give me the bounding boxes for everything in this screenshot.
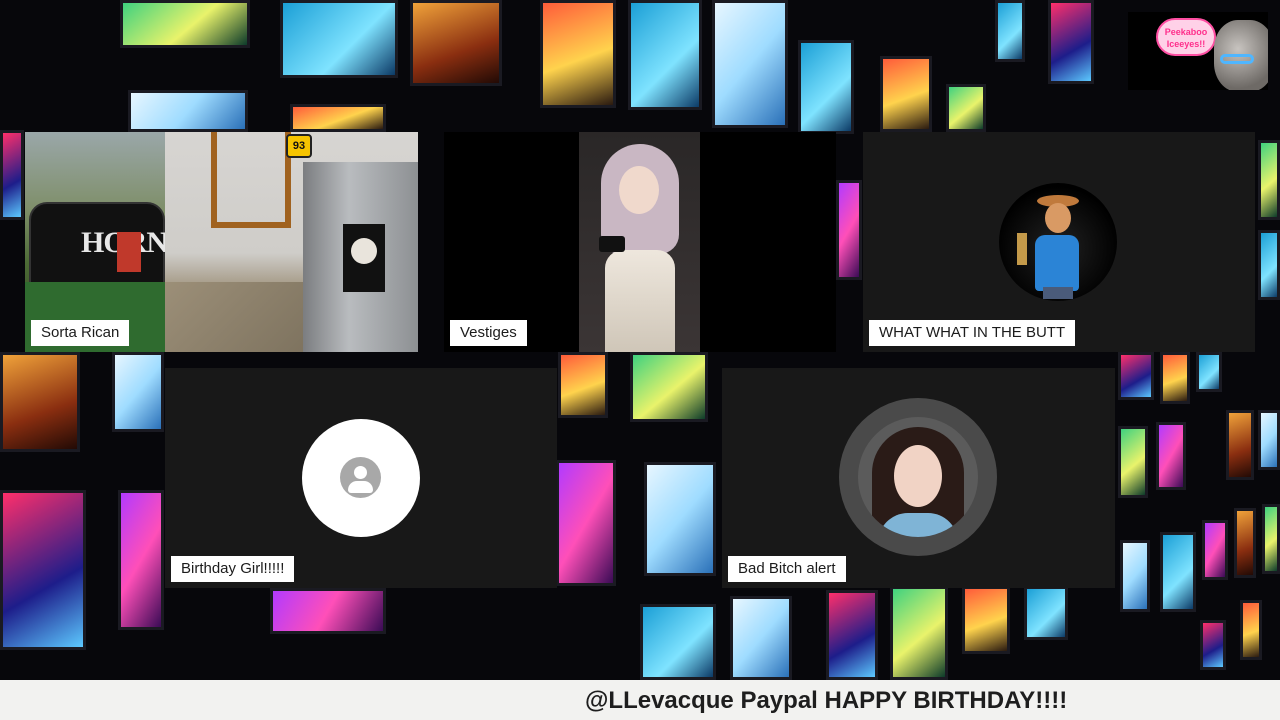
bg-screen (1226, 410, 1254, 480)
bg-screen (556, 460, 616, 586)
participant-name-tag: Birthday Girl!!!!! (171, 556, 295, 582)
participant-tile-sorta-rican[interactable]: HORN 93 Sorta Rican (25, 132, 418, 352)
participant-tile-bad-bitch-alert[interactable]: Bad Bitch alert (722, 368, 1115, 588)
bg-screen (712, 0, 788, 128)
logo-glasses (1220, 54, 1254, 64)
bg-screen (1200, 620, 1226, 670)
bg-screen (118, 490, 164, 630)
bg-screen (880, 56, 932, 132)
legs (1043, 287, 1073, 299)
bg-screen (1258, 230, 1280, 300)
participant-tile-birthday-girl[interactable]: Birthday Girl!!!!! (165, 368, 557, 588)
camera (599, 236, 625, 252)
person-icon-head (354, 466, 367, 479)
bg-screen (0, 490, 86, 650)
speaking-ring (839, 398, 997, 556)
participant-name-tag: Sorta Rican (31, 320, 130, 346)
bg-screen (1024, 586, 1068, 640)
bg-screen (890, 586, 948, 680)
ticker-text: @LLevacque Paypal HAPPY BIRTHDAY!!!! (585, 687, 1068, 714)
mirror-frame (211, 132, 291, 228)
bg-screen (112, 352, 164, 432)
bg-screen (558, 352, 608, 418)
stream-logo-bubble: Peekaboo Iceeyes!! (1156, 18, 1216, 56)
bg-screen (962, 586, 1010, 654)
bg-screen (120, 0, 250, 48)
bg-screen (1160, 352, 1190, 404)
corset (605, 250, 675, 352)
face (619, 166, 659, 214)
bg-screen (630, 352, 708, 422)
dog-photo (343, 224, 385, 292)
bg-screen (644, 462, 716, 576)
bg-screen (1234, 508, 1256, 578)
bg-screen (540, 0, 616, 108)
default-avatar (302, 419, 420, 537)
participant-name-tag: Bad Bitch alert (728, 556, 846, 582)
bg-screen (0, 352, 80, 452)
stream-logo: Peekaboo Iceeyes!! (1128, 12, 1268, 90)
bg-screen (410, 0, 502, 86)
bg-screen (995, 0, 1025, 62)
face (894, 445, 942, 507)
video-scene-kitchen: 93 (165, 132, 418, 352)
bg-screen (1118, 426, 1148, 498)
bg-screen (730, 596, 792, 680)
dog-head (351, 238, 377, 264)
person-icon (340, 457, 381, 498)
bg-screen (1258, 140, 1280, 220)
participant-tile-what-what[interactable]: WHAT WHAT IN THE BUTT (863, 132, 1255, 352)
bg-screen (826, 590, 878, 680)
participant-avatar (858, 417, 978, 537)
bg-screen (1196, 352, 1222, 392)
bg-screen (1118, 352, 1154, 400)
bottle (1017, 233, 1027, 265)
bg-screen (1258, 410, 1280, 470)
bg-screen (1156, 422, 1186, 490)
participant-name-tag: Vestiges (450, 320, 527, 346)
bg-screen (1120, 540, 1150, 612)
bg-screen (290, 104, 386, 132)
bg-screen (946, 84, 986, 132)
badge-93: 93 (286, 134, 312, 158)
video-scene-mailbox: HORN (25, 132, 168, 352)
bg-screen (1262, 504, 1280, 574)
participant-tile-vestiges[interactable]: Vestiges (444, 132, 836, 352)
ticker-bar: @LLevacque Paypal HAPPY BIRTHDAY!!!! (0, 680, 1280, 720)
person-icon-body (348, 481, 373, 493)
bg-screen (1160, 532, 1196, 612)
bg-screen (628, 0, 702, 110)
bg-screen (0, 130, 24, 220)
bg-screen (1202, 520, 1228, 580)
bg-screen (1048, 0, 1094, 84)
bg-screen (1240, 600, 1262, 660)
participant-video-frame (579, 132, 700, 352)
bg-screen (798, 40, 854, 134)
bg-screen (640, 604, 716, 680)
participant-name-tag: WHAT WHAT IN THE BUTT (869, 320, 1076, 346)
bg-screen (128, 90, 248, 132)
floor (165, 282, 305, 352)
mailbox-flag (117, 232, 141, 272)
participant-avatar (999, 183, 1117, 301)
bg-screen (836, 180, 862, 280)
body (1035, 235, 1079, 291)
head (1045, 203, 1071, 233)
bg-screen (280, 0, 398, 78)
bg-screen (270, 588, 386, 634)
